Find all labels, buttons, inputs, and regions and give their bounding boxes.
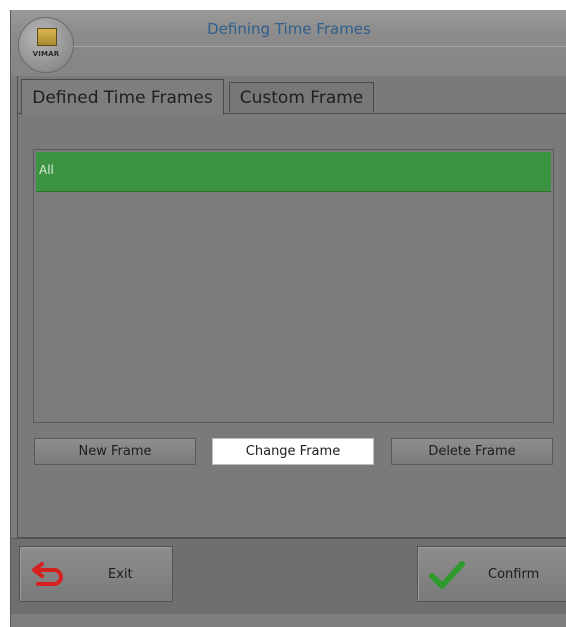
tab-panel: Defined Time Frames Custom Frame All New… — [17, 76, 566, 538]
logo-text: VIMAR — [32, 50, 60, 58]
dialog-footer: Exit Confirm — [11, 538, 566, 615]
exit-label: Exit — [108, 567, 133, 582]
tab-custom-frame[interactable]: Custom Frame — [229, 82, 374, 112]
status-strip — [11, 614, 566, 627]
confirm-button[interactable]: Confirm — [417, 546, 566, 602]
time-frames-list[interactable]: All — [33, 149, 554, 423]
confirm-label: Confirm — [488, 567, 540, 582]
new-frame-button[interactable]: New Frame — [34, 438, 196, 465]
dialog-window: VIMAR Defining Time Frames Defined Time … — [10, 10, 566, 627]
delete-frame-button[interactable]: Delete Frame — [391, 438, 553, 465]
title-bar: VIMAR Defining Time Frames — [11, 10, 566, 76]
title-divider — [73, 46, 566, 47]
change-frame-button[interactable]: Change Frame — [212, 438, 374, 465]
tab-defined-time-frames[interactable]: Defined Time Frames — [21, 79, 224, 115]
return-arrow-icon — [32, 562, 63, 586]
window-title: Defining Time Frames — [207, 20, 371, 38]
checkmark-icon — [429, 561, 465, 589]
exit-button[interactable]: Exit — [19, 546, 173, 602]
list-item[interactable]: All — [36, 152, 551, 192]
